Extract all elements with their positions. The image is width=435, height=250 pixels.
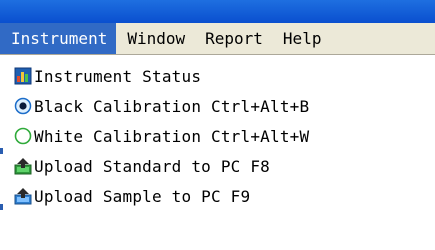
menu-option-white-calibration[interactable]: White Calibration Ctrl+Alt+W [14, 121, 309, 151]
radio-selected-icon [14, 97, 32, 115]
menu-option-label: Upload Sample to PC F9 [34, 186, 251, 206]
radio-unselected-icon [14, 127, 32, 145]
menu-option-instrument-status[interactable]: Instrument Status [14, 61, 201, 91]
menu-option-label: Upload Standard to PC F8 [34, 156, 270, 176]
background-edge-mark [0, 204, 3, 210]
menu-report[interactable]: Report [194, 23, 272, 54]
menu-option-black-calibration[interactable]: Black Calibration Ctrl+Alt+B [14, 91, 309, 121]
menu-option-label: Instrument Status [34, 66, 202, 86]
upload-icon [14, 187, 32, 205]
window-title-bar [0, 0, 435, 23]
menu-option-label: White Calibration Ctrl+Alt+W [34, 126, 310, 146]
menu-instrument[interactable]: Instrument [0, 23, 117, 54]
upload-icon [14, 157, 32, 175]
menu-help[interactable]: Help [272, 23, 331, 54]
menu-bar: Instrument Window Report Help [0, 23, 435, 54]
menu-option-upload-standard[interactable]: Upload Standard to PC F8 [14, 151, 270, 181]
menu-window[interactable]: Window [116, 23, 194, 54]
background-edge-mark [0, 148, 3, 154]
status-chart-icon [14, 67, 32, 85]
menu-option-upload-sample[interactable]: Upload Sample to PC F9 [14, 181, 250, 211]
menu-option-label: Black Calibration Ctrl+Alt+B [34, 96, 310, 116]
